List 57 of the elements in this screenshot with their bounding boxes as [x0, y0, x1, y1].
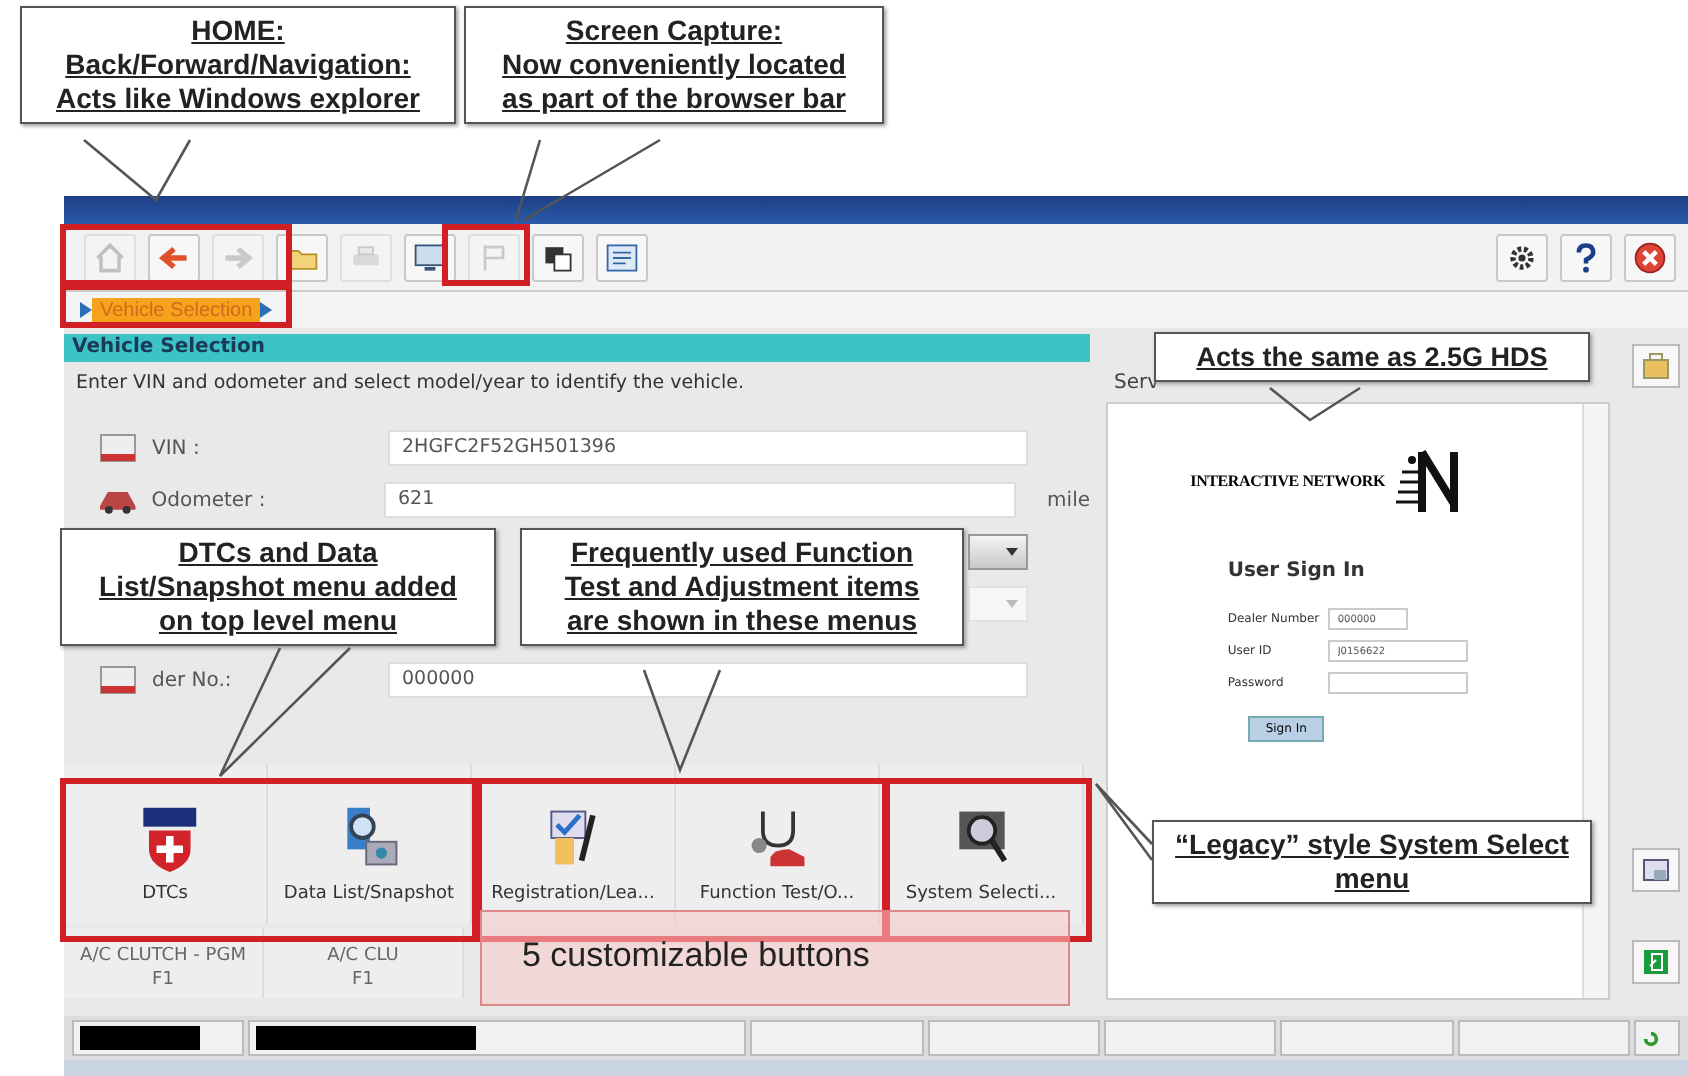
arrow-icon — [260, 302, 273, 318]
menu-button[interactable]: Data List/Snapshot — [268, 764, 472, 924]
callout-text: Acts the same as 2.5G HDS — [1154, 332, 1590, 382]
windows-button[interactable] — [532, 233, 584, 281]
menu-button[interactable]: DTCs — [64, 764, 268, 924]
car-icon — [100, 486, 136, 514]
text-field[interactable]: 000000 — [388, 662, 1028, 698]
callout-text: Frequently used Function Test and Adjustment items are shown in these menus — [520, 528, 964, 646]
redaction-block — [80, 1026, 200, 1050]
field-label: VIN : — [152, 437, 202, 459]
exit-door-icon — [1640, 946, 1673, 978]
caret-icon — [1006, 600, 1018, 608]
close-button[interactable] — [1624, 233, 1676, 281]
unit-label: mile — [1047, 489, 1090, 511]
text-field[interactable] — [1327, 672, 1468, 694]
callout-text: “Legacy” style System Select menu — [1152, 820, 1592, 904]
document-icon — [100, 434, 136, 462]
back-arrow-button[interactable] — [148, 233, 200, 281]
text-field[interactable]: 621 — [384, 482, 1016, 518]
custom-button[interactable]: A/C CLU F1 — [264, 928, 464, 998]
document-icon — [100, 666, 136, 694]
scroll-bar[interactable] — [1581, 404, 1608, 998]
settings-button[interactable] — [1496, 233, 1548, 281]
exit-door-button[interactable] — [1632, 940, 1681, 984]
callout-text: Screen Capture: Now conveniently located as part of the browser bar — [464, 6, 884, 124]
logo-text: INTERACTIVE NETWORK — [1190, 471, 1385, 489]
tool-case-icon — [1640, 350, 1673, 382]
caret-icon — [1006, 548, 1018, 556]
instruction-text: Enter VIN and odometer and select model/year to identify the vehicle. — [74, 370, 746, 394]
callout-text: DTCs and Data List/Snapshot menu added on top level menu — [60, 528, 496, 646]
close-icon — [1632, 239, 1668, 275]
field-label: Odometer : — [151, 489, 268, 511]
arrow-icon — [80, 302, 92, 318]
window-icon — [1640, 854, 1673, 886]
leader-line — [1269, 386, 1361, 422]
sign-in-title: User Sign In — [1227, 560, 1367, 582]
section-header: Vehicle Selection — [64, 334, 1090, 362]
field-label: der No.: — [152, 669, 234, 691]
menu-button[interactable]: Function Test/O... — [676, 764, 880, 924]
data-button[interactable] — [596, 233, 648, 281]
highlight-frame — [442, 224, 530, 286]
monitor-icon — [412, 239, 448, 275]
leader-line — [83, 139, 192, 202]
text-field[interactable]: 2HGFC2F52GH501396 — [388, 430, 1028, 466]
leader-line — [1094, 782, 1154, 861]
custom-button[interactable]: A/C CLUTCH - PGM F1 — [64, 928, 264, 998]
help-button[interactable] — [1560, 233, 1612, 281]
home-icon — [92, 239, 128, 275]
leader-line — [642, 669, 722, 774]
tool-case-button[interactable] — [1632, 344, 1681, 388]
annotation-note: 5 customizable buttons — [480, 910, 1070, 1006]
status-ok-icon — [1641, 1029, 1660, 1047]
menu-button[interactable]: Registration/Lea... — [472, 764, 676, 924]
callout-text: HOME: Back/Forward/Navigation: Acts like Windows explorer — [20, 6, 456, 124]
dropdown[interactable] — [968, 534, 1028, 570]
window-button[interactable] — [1632, 848, 1681, 892]
menu-button[interactable]: System Selecti... — [880, 764, 1084, 924]
